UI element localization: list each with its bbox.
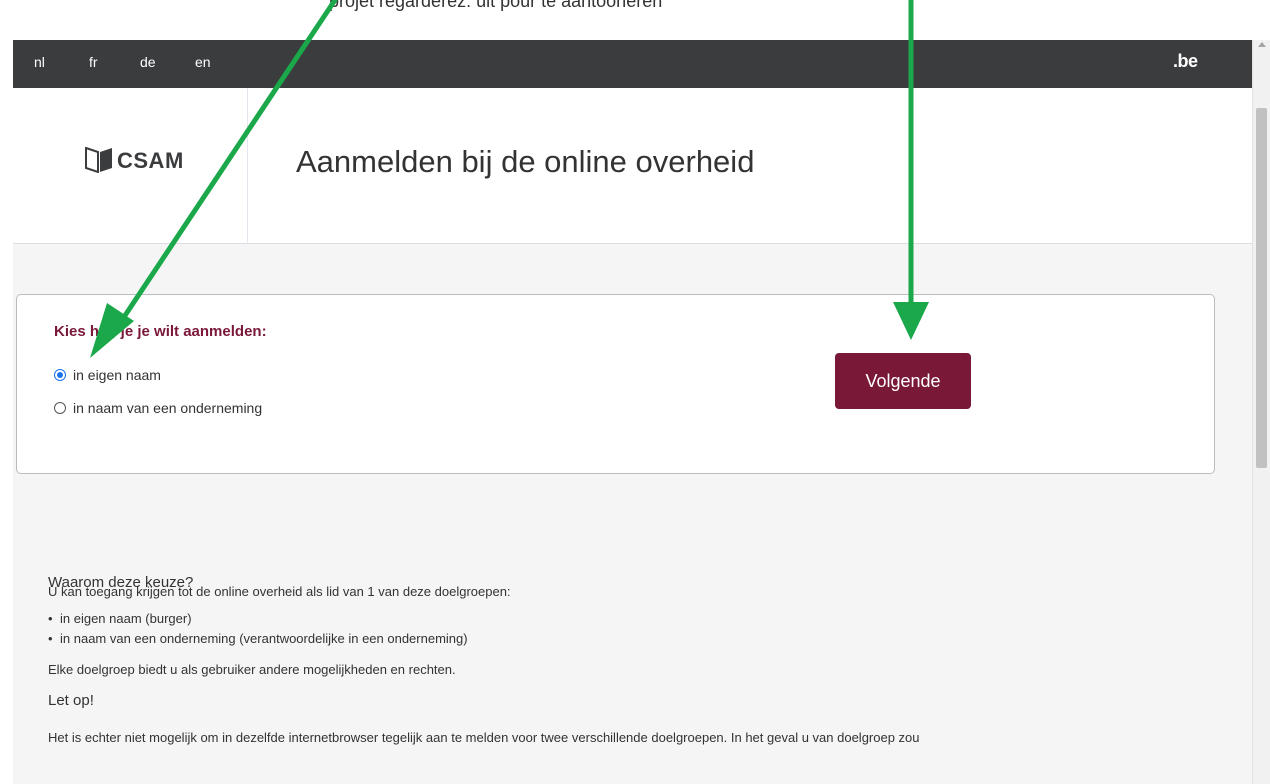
language-link-nl[interactable]: nl	[34, 54, 45, 70]
choice-heading: Kies hoe je je wilt aanmelden:	[54, 323, 267, 340]
annotation-caption-strip: projet regarderez: uit pour te aantooner…	[0, 0, 1252, 40]
next-button[interactable]: Volgende	[835, 353, 971, 409]
language-link-de[interactable]: de	[140, 54, 156, 70]
warning-text: Het is echter niet mogelijk om in dezelf…	[48, 730, 920, 745]
csam-logo-icon	[85, 147, 112, 173]
radio-option-company[interactable]: in naam van een onderneming	[54, 400, 262, 416]
radio-button-company[interactable]	[54, 402, 66, 414]
page-scrollbar[interactable]	[1252, 40, 1270, 784]
radio-label-own-name: in eigen naam	[73, 367, 161, 383]
radio-label-company: in naam van een onderneming	[73, 400, 263, 416]
list-item: in naam van een onderneming (verantwoord…	[48, 631, 468, 651]
radio-button-own-name[interactable]	[54, 369, 66, 381]
login-choice-card: Kies hoe je je wilt aanmelden: in eigen …	[16, 294, 1215, 474]
list-item: in eigen naam (burger)	[48, 611, 468, 631]
language-link-en[interactable]: en	[195, 54, 211, 70]
info-intro: U kan toegang krijgen tot de online over…	[48, 584, 511, 599]
language-link-fr[interactable]: fr	[89, 54, 98, 70]
info-rights: Elke doelgroep biedt u als gebruiker and…	[48, 662, 456, 677]
scroll-up-arrow-icon[interactable]	[1258, 42, 1266, 47]
target-group-list: in eigen naam (burger) in naam van een o…	[48, 611, 468, 651]
scrollbar-thumb[interactable]	[1256, 108, 1267, 468]
be-logo[interactable]: .be	[1173, 51, 1198, 72]
annotation-caption: projet regarderez: uit pour te aantooner…	[329, 0, 663, 11]
main-content: Kies hoe je je wilt aanmelden: in eigen …	[13, 244, 1252, 784]
logo-cell: CSAM	[13, 88, 248, 243]
language-bar: nl fr de en .be	[13, 40, 1252, 88]
csam-logo-text: CSAM	[117, 148, 184, 173]
page-title: Aanmelden bij de online overheid	[296, 144, 755, 179]
warning-heading: Let op!	[48, 692, 94, 709]
site-header: CSAM Aanmelden bij de online overheid	[13, 88, 1252, 244]
radio-option-own-name[interactable]: in eigen naam	[54, 367, 161, 383]
